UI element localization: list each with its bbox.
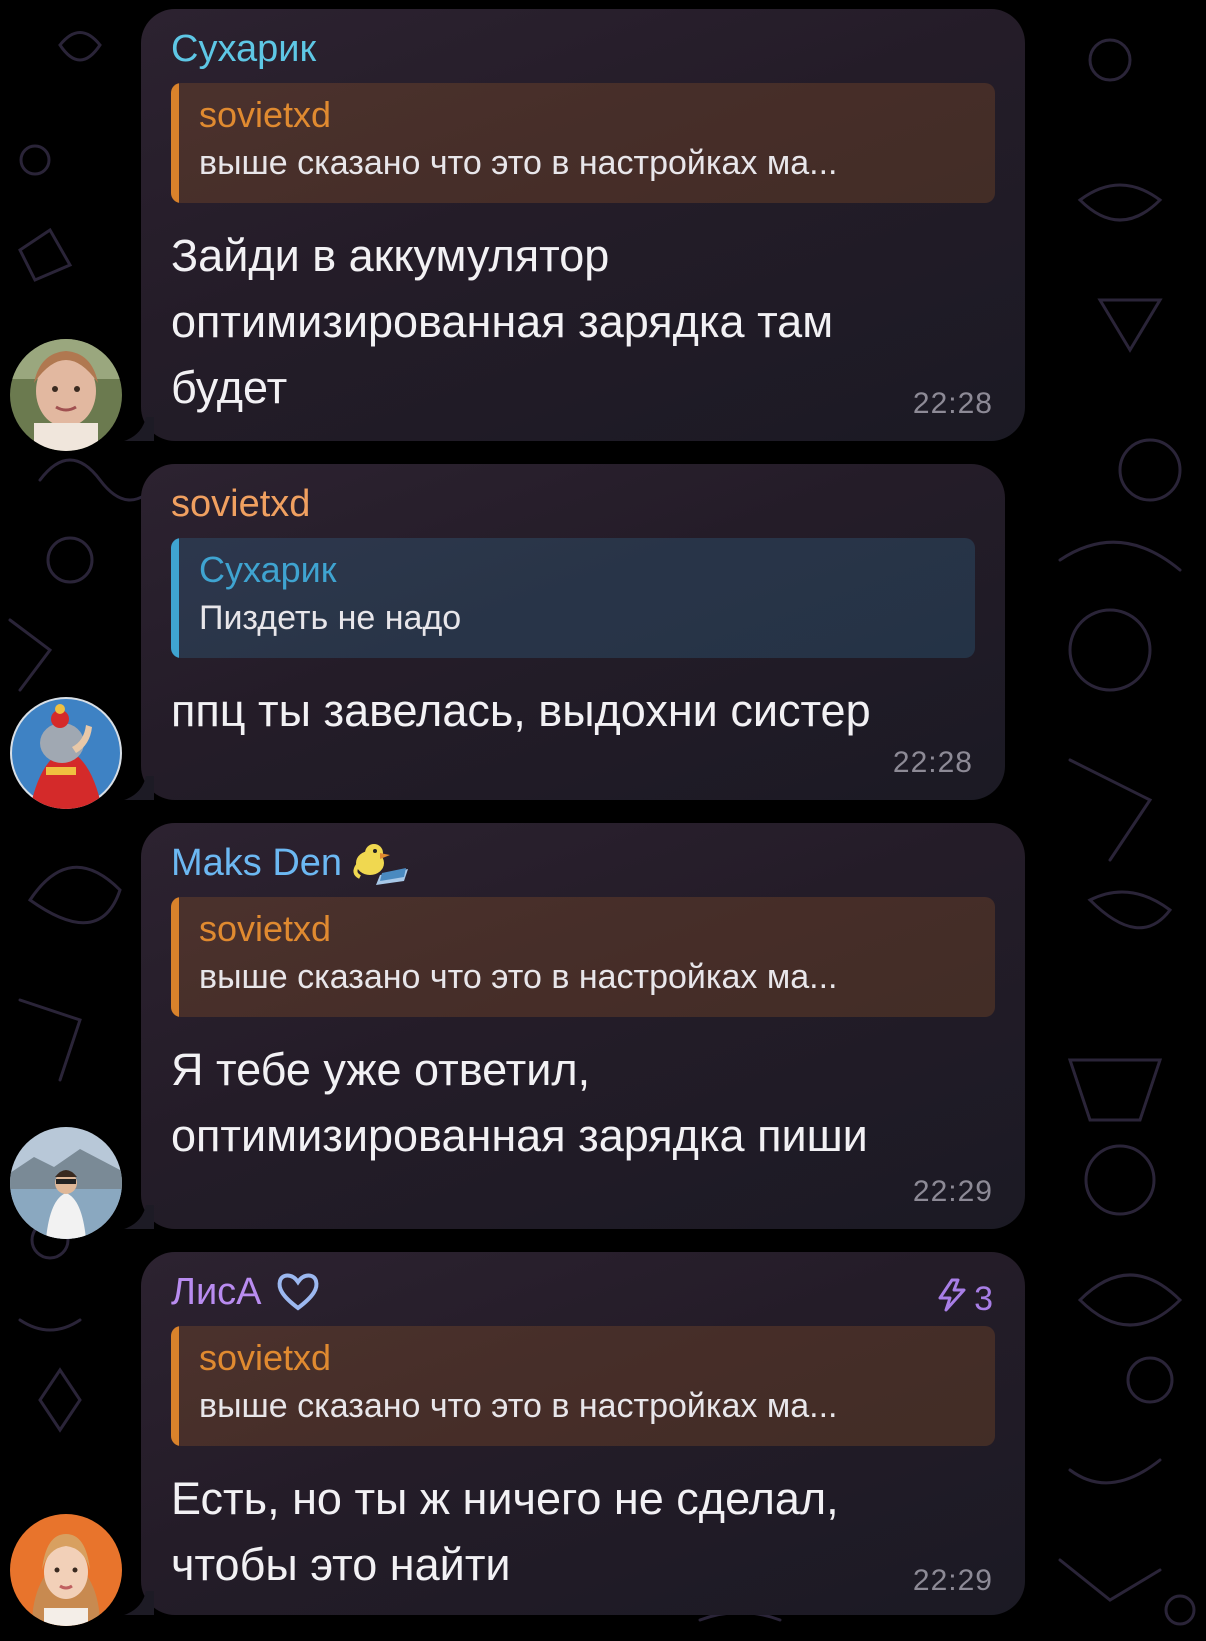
reply-author: Сухарик	[199, 549, 337, 590]
message-text: Есть, но ты ж ничего не сделал, чтобы эт…	[171, 1473, 839, 1590]
message-bubble[interactable]: Maks Den sovietxd выше сказано что это в…	[141, 823, 1025, 1229]
boost-count: 3	[974, 1280, 993, 1318]
bubble-tail	[124, 1591, 154, 1615]
heart-outline-icon	[276, 1270, 320, 1314]
boost-badge[interactable]: 3	[936, 1278, 993, 1321]
reply-text: выше сказано что это в настройках ма...	[199, 1387, 838, 1425]
sender-name[interactable]: Сухарик	[171, 25, 995, 73]
message-time: 22:28	[892, 746, 973, 779]
reply-preview[interactable]: sovietxd выше сказано что это в настройк…	[171, 1326, 995, 1446]
bubble-tail	[124, 776, 154, 800]
message-bubble[interactable]: sovietxd Сухарик Пиздеть не надо ппц ты …	[141, 464, 1005, 800]
message-text: ппц ты завелась, выдохни систер	[171, 685, 871, 736]
message-text: Зайди в аккумулятор оптимизированная зар…	[171, 230, 834, 413]
reply-preview[interactable]: Сухарик Пиздеть не надо	[171, 538, 975, 658]
sender-name[interactable]: Maks Den	[171, 839, 995, 887]
avatar[interactable]	[10, 1127, 122, 1239]
cartoon-duck-laptop-icon	[350, 841, 414, 885]
reply-text: выше сказано что это в настройках ма...	[199, 958, 838, 996]
reply-text: Пиздеть не надо	[199, 599, 462, 637]
bubble-tail	[124, 1205, 154, 1229]
message-time: 22:29	[912, 1564, 993, 1597]
reply-text: выше сказано что это в настройках ма...	[199, 144, 838, 182]
avatar[interactable]	[10, 697, 122, 809]
reply-preview[interactable]: sovietxd выше сказано что это в настройк…	[171, 83, 995, 203]
reply-author: sovietxd	[199, 94, 332, 135]
message-text: Я тебе уже ответил, оптимизированная зар…	[171, 1044, 868, 1161]
sender-name[interactable]: sovietxd	[171, 480, 975, 528]
reply-author: sovietxd	[199, 908, 332, 949]
message-time: 22:28	[912, 387, 993, 420]
sender-name[interactable]: ЛисА	[171, 1268, 995, 1316]
message-bubble[interactable]: ЛисА 3 sovietxd выше сказано что это в н…	[141, 1252, 1025, 1615]
message-bubble[interactable]: Сухарик sovietxd выше сказано что это в …	[141, 9, 1025, 441]
reply-preview[interactable]: sovietxd выше сказано что это в настройк…	[171, 897, 995, 1017]
boost-lightning-icon	[936, 1278, 970, 1321]
avatar[interactable]	[10, 1514, 122, 1626]
bubble-tail	[124, 417, 154, 441]
message-time: 22:29	[912, 1175, 993, 1208]
reply-author: sovietxd	[199, 1337, 332, 1378]
avatar[interactable]	[10, 339, 122, 451]
